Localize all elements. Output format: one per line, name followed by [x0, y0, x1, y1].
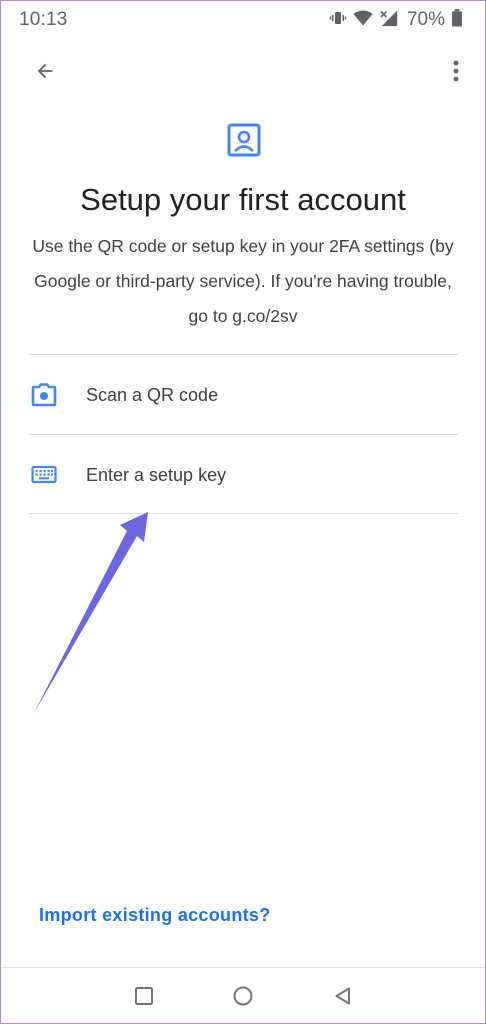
status-time: 10:13	[19, 9, 68, 30]
divider	[29, 513, 458, 514]
status-bar: 10:13 70%	[1, 1, 485, 39]
arrow-back-icon	[37, 63, 53, 79]
camera-icon	[31, 382, 57, 408]
divider	[29, 434, 458, 435]
phone-screen: 10:13 70% Setup your first account Use t…	[0, 0, 486, 1024]
wifi-icon	[353, 9, 373, 32]
back-triangle-icon	[335, 987, 350, 1005]
vibrate-icon	[329, 9, 347, 32]
recents-button[interactable]	[132, 984, 156, 1008]
divider	[29, 354, 458, 355]
scan-qr-code-option[interactable]: Scan a QR code	[29, 356, 458, 434]
home-button[interactable]	[231, 984, 255, 1008]
recents-square-icon	[135, 987, 153, 1005]
more-vert-icon	[453, 60, 459, 82]
back-button[interactable]	[27, 53, 63, 89]
status-icons: 70%	[329, 7, 463, 33]
battery-icon	[451, 8, 463, 32]
keyboard-icon	[31, 462, 57, 488]
system-back-button[interactable]	[331, 984, 355, 1008]
battery-percent: 70%	[406, 9, 445, 30]
enter-setup-key-option[interactable]: Enter a setup key	[29, 436, 458, 514]
page-title: Setup your first account	[80, 182, 406, 217]
navigation-bar	[1, 967, 485, 1023]
home-circle-icon	[233, 986, 253, 1006]
account-box-icon	[227, 123, 261, 159]
import-existing-accounts-link[interactable]: Import existing accounts?	[39, 905, 271, 926]
scan-qr-code-label: Scan a QR code	[86, 385, 219, 405]
page-description: Use the QR code or setup key in your 2FA…	[32, 236, 454, 326]
cellular-signal-icon	[379, 9, 399, 32]
more-options-button[interactable]	[441, 53, 471, 89]
enter-setup-key-label: Enter a setup key	[86, 465, 227, 485]
